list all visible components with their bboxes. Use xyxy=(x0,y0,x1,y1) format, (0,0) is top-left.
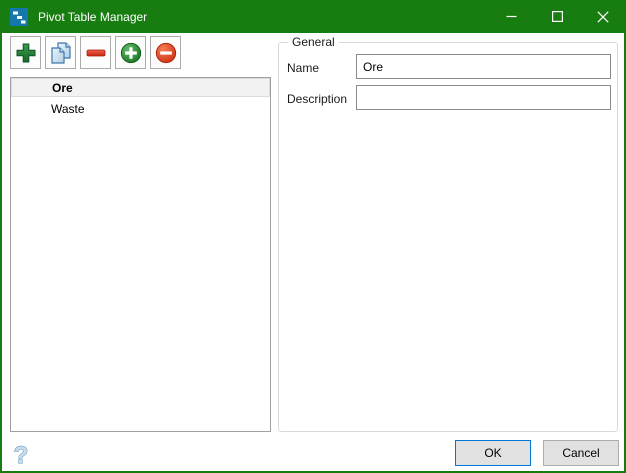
help-button[interactable]: ? xyxy=(8,441,34,470)
remove-minus-icon xyxy=(86,49,105,56)
cancel-button[interactable]: Cancel xyxy=(543,440,619,466)
ok-button[interactable]: OK xyxy=(455,440,531,466)
add-circle-button[interactable] xyxy=(115,36,146,69)
maximize-button[interactable] xyxy=(534,0,580,33)
titlebar[interactable]: Pivot Table Manager xyxy=(0,0,626,33)
list-item-waste[interactable]: Waste xyxy=(11,100,270,119)
groupbox-title: General xyxy=(288,35,339,49)
description-input[interactable] xyxy=(356,85,611,110)
window-border-left xyxy=(0,0,2,473)
minimize-icon xyxy=(506,15,516,18)
list-item-label: Ore xyxy=(52,81,73,95)
copy-button[interactable] xyxy=(45,36,76,69)
add-plus-icon xyxy=(16,43,35,62)
minimize-button[interactable] xyxy=(488,0,534,33)
add-circle-icon xyxy=(120,42,141,63)
pivot-table-list: Ore Waste xyxy=(10,77,271,432)
remove-circle-icon xyxy=(155,42,176,63)
app-icon xyxy=(10,7,28,26)
remove-button[interactable] xyxy=(80,36,111,69)
maximize-icon xyxy=(551,11,563,22)
svg-text:?: ? xyxy=(14,442,29,469)
add-button[interactable] xyxy=(10,36,41,69)
caption-buttons xyxy=(488,0,626,33)
window-title: Pivot Table Manager xyxy=(38,9,148,24)
close-icon xyxy=(597,10,609,23)
toolbar xyxy=(10,36,181,69)
name-label: Name xyxy=(287,61,320,75)
pivot-table-manager-dialog: Pivot Table Manager Ore Waste General Na… xyxy=(0,0,626,473)
help-question-icon: ? xyxy=(13,442,29,470)
copy-documents-icon xyxy=(50,41,71,64)
general-groupbox: General Name Description xyxy=(278,35,618,432)
name-input[interactable] xyxy=(356,54,611,79)
description-label: Description xyxy=(287,92,348,106)
list-item-label: Waste xyxy=(51,102,85,116)
remove-circle-button[interactable] xyxy=(150,36,181,69)
list-item-ore[interactable]: Ore xyxy=(11,78,270,97)
close-button[interactable] xyxy=(580,0,626,33)
